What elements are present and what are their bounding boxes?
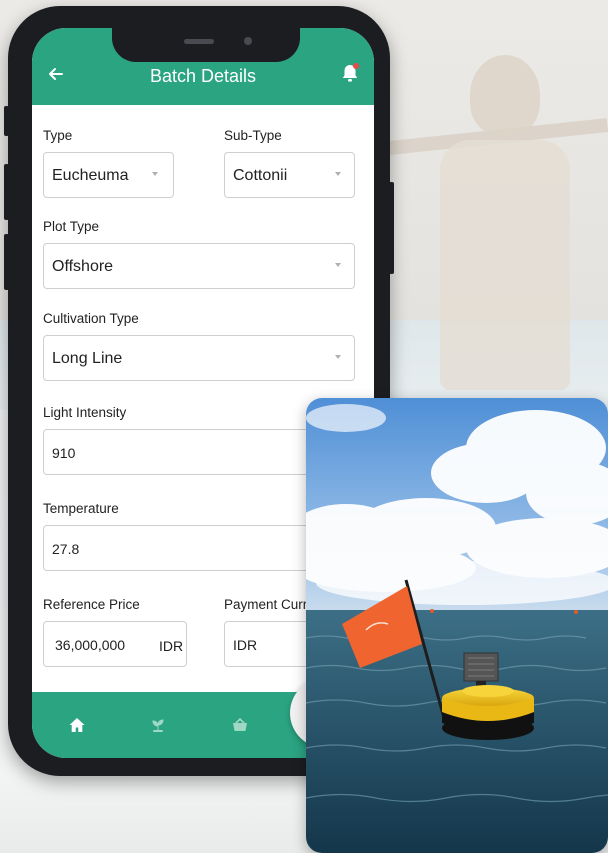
reference-price-input[interactable]: 36,000,000 IDR [43,621,187,667]
type-dropdown[interactable]: Eucheuma [43,152,174,198]
chevron-down-icon [335,355,341,359]
page-title: Batch Details [149,66,257,86]
reference-price-value: 36,000,000 [55,637,126,653]
sub-type-dropdown[interactable]: Cottonii [224,152,355,198]
plot-type-dropdown[interactable]: Offshore [43,243,355,289]
plot-type-value: Offshore [52,258,114,275]
type-value: Eucheuma [52,167,129,184]
cultivation-type-value: Long Line [52,350,123,367]
payment-currency-value: IDR [233,637,258,653]
cultivation-type-label: Cultivation Type [43,311,139,326]
phone-notch [112,28,300,62]
buoy-sensor-photo [306,398,608,853]
notification-bell-icon[interactable] [340,62,360,84]
temperature-value: 27.8 [52,541,80,557]
type-label: Type [43,128,73,143]
light-intensity-value: 910 [52,445,76,461]
light-intensity-label: Light Intensity [43,405,127,420]
chevron-down-icon [152,172,158,176]
payment-currency-label: Payment Curre [224,597,315,612]
chevron-down-icon [335,263,341,267]
reference-price-label: Reference Price [43,597,140,612]
sub-type-label: Sub-Type [224,128,282,143]
home-icon[interactable] [68,716,86,734]
plot-type-label: Plot Type [43,219,100,234]
currency-suffix: IDR [159,638,184,654]
temperature-label: Temperature [43,501,119,516]
basket-icon[interactable] [231,716,249,734]
chevron-down-icon [335,172,341,176]
seedling-icon[interactable] [149,716,167,734]
cultivation-type-dropdown[interactable]: Long Line [43,335,355,381]
sub-type-value: Cottonii [233,167,288,184]
